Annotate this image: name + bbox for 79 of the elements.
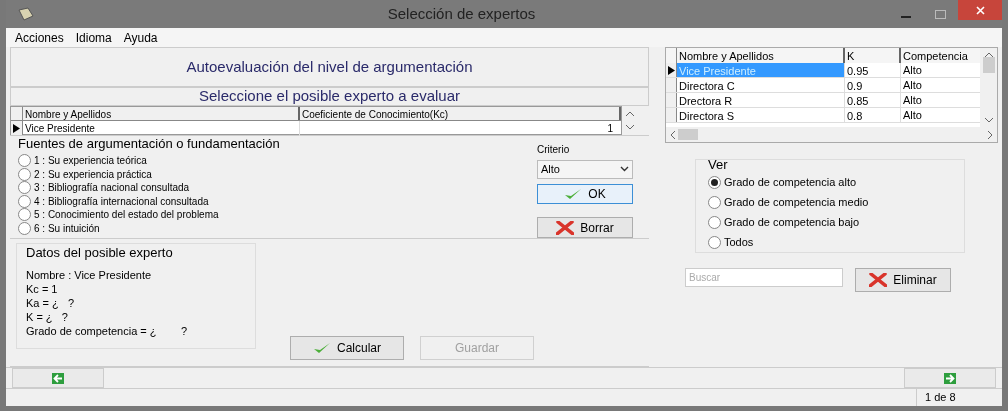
maximize-icon[interactable]	[935, 9, 946, 19]
x-icon	[556, 220, 575, 235]
scroll-up-icon[interactable]	[626, 110, 634, 116]
radio-button[interactable]	[18, 154, 31, 168]
right-arrow-icon	[944, 372, 956, 384]
data-line: Kc = 1	[26, 282, 59, 296]
column-header[interactable]: Competencia	[901, 48, 980, 63]
page-indicator: 1 de 8	[916, 389, 1002, 406]
radio-button[interactable]	[18, 181, 31, 195]
table-cell: 0.9	[845, 78, 901, 92]
section-title: Fuentes de argumentación o fundamentación	[18, 136, 281, 151]
radio-button[interactable]	[18, 208, 31, 222]
table-cell: 0.85	[845, 93, 901, 107]
heading-panel: Autoevaluación del nivel de argumentación	[10, 47, 649, 87]
table-cell-text: 1	[606, 121, 614, 136]
radio-button[interactable]	[18, 194, 31, 208]
table-cell-text: Alto	[902, 77, 923, 93]
option-label: Grado de competencia alto	[724, 174, 857, 190]
option-label: Grado de competencia medio	[724, 194, 869, 210]
x-icon	[869, 273, 888, 287]
group-title: Ver	[708, 158, 729, 172]
table-cell-text: Alto	[902, 107, 923, 123]
menu-item[interactable]: Idioma	[75, 28, 112, 47]
scroll-thumb[interactable]	[678, 129, 698, 140]
search-field[interactable]: Buscar	[685, 268, 843, 287]
radio-button[interactable]	[708, 195, 721, 209]
table-cell: 0.8	[845, 108, 901, 122]
app-icon	[18, 7, 34, 21]
criterio-label: Criterio	[537, 143, 571, 157]
table-cell: Vice Presidente	[677, 63, 845, 77]
option-label: 4 : Bibliografía internacional consultada	[34, 194, 209, 209]
radio-button[interactable]	[708, 215, 721, 229]
scroll-down-icon[interactable]	[626, 125, 634, 131]
table-cell: Directora C	[677, 78, 845, 92]
table-cell: Drectora R	[677, 93, 845, 107]
option-label: 5 : Conocimiento del estado del problema	[34, 208, 219, 223]
data-line: Grado de competencia = ¿ ?	[26, 324, 189, 338]
close-icon	[975, 5, 985, 15]
vertical-scrollbar[interactable]	[980, 48, 997, 127]
close-button[interactable]	[958, 0, 1002, 20]
option-label: 1 : Su experiencia teórica	[34, 154, 147, 169]
horizontal-scrollbar[interactable]	[666, 127, 997, 142]
data-line: K = ¿ ?	[26, 310, 69, 324]
radio-button[interactable]	[18, 167, 31, 181]
column-header[interactable]: Nombre y Apellidos	[23, 107, 300, 120]
data-line: Nombre : Vice Presidente	[26, 268, 153, 282]
next-button[interactable]	[904, 368, 996, 388]
table-cell-text: Alto	[902, 92, 923, 108]
option-label: 2 : Su experiencia práctica	[34, 167, 152, 182]
table-cell: 0.95	[845, 63, 901, 77]
scroll-thumb[interactable]	[982, 57, 995, 73]
option-label: Grado de competencia bajo	[724, 214, 860, 230]
action-button[interactable]: OK	[537, 183, 633, 205]
previous-button[interactable]	[12, 368, 104, 388]
window-title: Selección de expertos	[386, 3, 537, 24]
section-title: Datos del posible experto	[26, 244, 174, 262]
data-line: Ka = ¿ ?	[26, 296, 75, 310]
radio-button[interactable]	[708, 235, 721, 249]
scroll-down-icon[interactable]	[984, 118, 993, 123]
option-label: 3 : Bibliografía nacional consultada	[34, 181, 190, 196]
column-header[interactable]: Coeficiente de Conocimiento(Kc)	[300, 107, 621, 120]
table-cell: Vice Presidente	[23, 120, 300, 136]
option-label: Todos	[724, 234, 754, 250]
table-cell-text: Alto	[902, 62, 923, 78]
menu-item[interactable]: Ayuda	[123, 28, 158, 47]
action-button[interactable]: Eliminar	[855, 268, 951, 292]
left-arrow-icon	[52, 372, 64, 384]
action-button[interactable]: Calcular	[290, 336, 404, 360]
menu-item[interactable]: Acciones	[15, 28, 64, 47]
action-button[interactable]: Borrar	[537, 217, 633, 238]
radio-button[interactable]	[18, 221, 31, 235]
subheading-panel: Seleccione el posible experto a evaluar	[10, 87, 649, 106]
radio-button[interactable]	[708, 175, 721, 189]
scroll-right-icon[interactable]	[988, 130, 993, 139]
criterio-dropdown[interactable]: Alto	[537, 160, 633, 179]
option-label: 6 : Su intuición	[34, 221, 100, 236]
chevron-down-icon	[620, 166, 629, 173]
table-cell: Directora S	[677, 108, 845, 122]
scroll-left-icon[interactable]	[670, 130, 675, 139]
